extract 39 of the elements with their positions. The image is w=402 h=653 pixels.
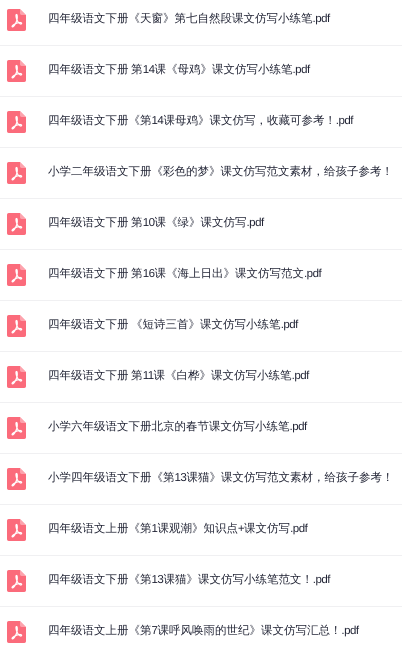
file-name: 四年级语文下册《第14课母鸡》课文仿写，收藏可参考！.pdf (48, 114, 353, 130)
file-name: 四年级语文下册 《短诗三首》课文仿写小练笔.pdf (48, 318, 298, 334)
pdf-file-icon (7, 315, 26, 337)
file-name: 小学六年级语文下册北京的春节课文仿写小练笔.pdf (48, 420, 307, 436)
pdf-file-icon (7, 621, 26, 643)
file-name: 四年级语文上册《第7课呼风唤雨的世纪》课文仿写汇总！.pdf (48, 624, 359, 640)
file-row[interactable]: 四年级语文下册《第14课母鸡》课文仿写，收藏可参考！.pdf (0, 97, 402, 148)
file-name: 四年级语文上册《第1课观潮》知识点+课文仿写.pdf (48, 522, 308, 538)
pdf-file-icon (7, 162, 26, 184)
file-row[interactable]: 小学二年级语文下册《彩色的梦》课文仿写范文素材，给孩子参考！ (0, 148, 402, 199)
file-row[interactable]: 四年级语文下册 《短诗三首》课文仿写小练笔.pdf (0, 301, 402, 352)
file-row[interactable]: 四年级语文下册 第14课《母鸡》课文仿写小练笔.pdf (0, 46, 402, 97)
file-name: 四年级语文下册《第13课猫》课文仿写小练笔范文！.pdf (48, 572, 330, 588)
pdf-file-icon (7, 417, 26, 439)
file-row[interactable]: 小学四年级语文下册《第13课猫》课文仿写范文素材，给孩子参考！ (0, 454, 402, 505)
pdf-file-icon (7, 570, 26, 592)
file-row[interactable]: 四年级语文下册 第16课《海上日出》课文仿写范文.pdf (0, 250, 402, 301)
file-name: 四年级语文下册 第14课《母鸡》课文仿写小练笔.pdf (48, 62, 310, 78)
file-row[interactable]: 四年级语文上册《第7课呼风唤雨的世纪》课文仿写汇总！.pdf (0, 607, 402, 653)
file-row[interactable]: 四年级语文上册《第1课观潮》知识点+课文仿写.pdf (0, 505, 402, 556)
file-name: 小学二年级语文下册《彩色的梦》课文仿写范文素材，给孩子参考！ (48, 164, 393, 180)
pdf-file-icon (7, 264, 26, 286)
file-name: 四年级语文下册《天窗》第七自然段课文仿写小练笔.pdf (48, 11, 330, 28)
pdf-file-icon (7, 213, 26, 235)
file-row[interactable]: 四年级语文下册《天窗》第七自然段课文仿写小练笔.pdf (0, 0, 402, 46)
file-row[interactable]: 四年级语文下册 第11课《白桦》课文仿写小练笔.pdf (0, 352, 402, 403)
file-row[interactable]: 四年级语文下册 第10课《绿》课文仿写.pdf (0, 199, 402, 250)
pdf-file-icon (7, 366, 26, 388)
file-name: 四年级语文下册 第16课《海上日出》课文仿写范文.pdf (48, 266, 322, 282)
pdf-file-icon (7, 468, 26, 490)
pdf-file-icon (7, 60, 26, 82)
pdf-file-icon (7, 111, 26, 133)
file-name: 四年级语文下册 第10课《绿》课文仿写.pdf (48, 216, 264, 232)
file-row[interactable]: 小学六年级语文下册北京的春节课文仿写小练笔.pdf (0, 403, 402, 454)
file-name: 小学四年级语文下册《第13课猫》课文仿写范文素材，给孩子参考！ (48, 470, 394, 486)
file-row[interactable]: 四年级语文下册《第13课猫》课文仿写小练笔范文！.pdf (0, 556, 402, 607)
pdf-file-icon (7, 519, 26, 541)
pdf-file-icon (7, 9, 26, 31)
file-name: 四年级语文下册 第11课《白桦》课文仿写小练笔.pdf (48, 368, 309, 384)
